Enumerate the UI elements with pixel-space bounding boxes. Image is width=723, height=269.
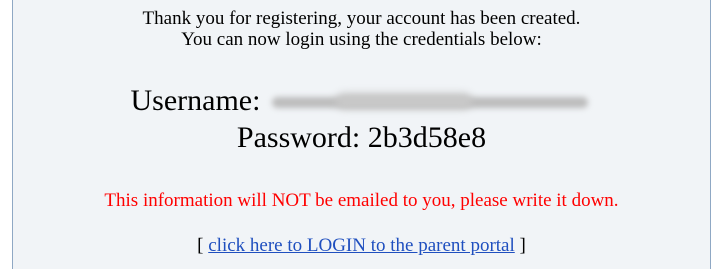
confirmation-message: Thank you for registering, your account …: [142, 8, 581, 29]
open-bracket: [: [197, 235, 209, 256]
password-value: 2b3d58e8: [367, 121, 487, 154]
username-row: Username:: [13, 84, 710, 118]
registration-confirmation-panel: Thank you for registering, your account …: [12, 0, 711, 269]
blurred-username-value: [266, 89, 592, 113]
login-link[interactable]: click here to LOGIN to the parent portal: [208, 235, 515, 256]
password-label: Password:: [236, 121, 361, 154]
password-row: Password: 2b3d58e8: [13, 121, 710, 155]
credentials-instruction: You can now login using the credentials …: [181, 29, 542, 50]
close-bracket: ]: [514, 235, 526, 256]
username-label: Username:: [130, 84, 261, 117]
email-warning: This information will NOT be emailed to …: [104, 190, 619, 211]
login-row: [ click here to LOGIN to the parent port…: [13, 235, 710, 257]
